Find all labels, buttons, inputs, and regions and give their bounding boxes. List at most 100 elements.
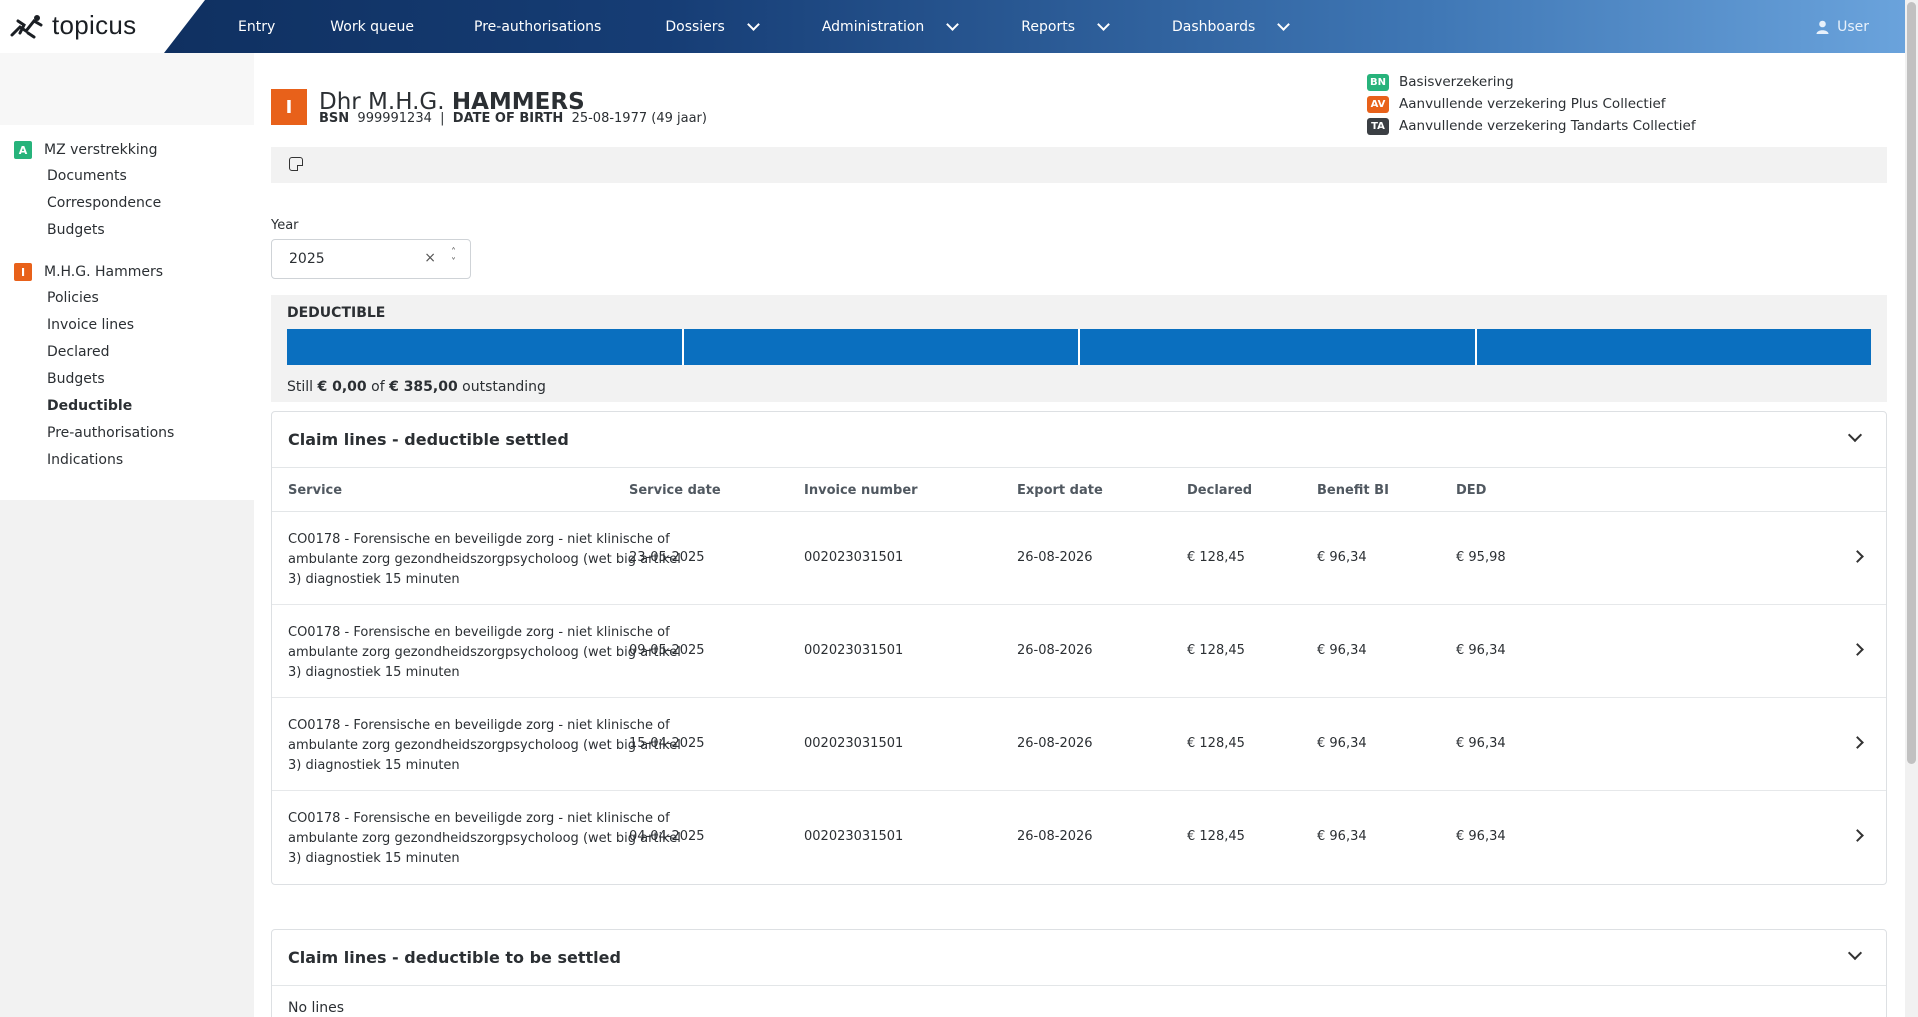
- year-value: 2025: [289, 251, 325, 267]
- total-amount: € 385,00: [389, 379, 458, 395]
- settled-claims-header[interactable]: Claim lines - deductible settled: [272, 412, 1886, 468]
- bsn-value: 999991234: [357, 111, 432, 126]
- settled-claims-title: Claim lines - deductible settled: [288, 430, 569, 449]
- empty-state-text: No lines: [288, 1000, 345, 1016]
- col-export-date[interactable]: Export date: [1017, 483, 1103, 498]
- table-row[interactable]: CO0178 - Forensische en beveiligde zorg …: [272, 791, 1886, 884]
- sidebar-item-deductible[interactable]: Deductible: [47, 398, 132, 414]
- page-scrollbar[interactable]: [1905, 0, 1918, 1017]
- table-row[interactable]: CO0178 - Forensische en beveiligde zorg …: [272, 698, 1886, 791]
- settled-claims-card: Claim lines - deductible settled Service…: [271, 411, 1887, 885]
- nav-work-queue-label: Work queue: [330, 18, 415, 35]
- policy-item: TA Aanvullende verzekering Tandarts Coll…: [1367, 115, 1696, 137]
- scrollbar-thumb[interactable]: [1907, 2, 1916, 764]
- nav-administration-label: Administration: [821, 18, 925, 35]
- cell-invoice-number: 002023031501: [804, 550, 904, 565]
- sidebar: A MZ verstrekking Documents Corresponden…: [0, 53, 254, 1017]
- cell-ded: € 96,34: [1456, 829, 1506, 844]
- sidebar-group-hammers[interactable]: I M.H.G. Hammers: [14, 263, 163, 281]
- topicus-logo[interactable]: topicus: [8, 10, 136, 41]
- nav-pre-authorisations-label: Pre-authorisations: [474, 18, 602, 35]
- deductible-bar-segment: [683, 329, 1080, 365]
- cell-invoice-number: 002023031501: [804, 643, 904, 658]
- sidebar-item-budgets-a[interactable]: Budgets: [47, 222, 105, 238]
- sidebar-item-indications[interactable]: Indications: [47, 452, 123, 468]
- notes-bar: [271, 147, 1887, 183]
- col-benefit-bi[interactable]: Benefit BI: [1317, 483, 1389, 498]
- policy-code-badge: BN: [1367, 73, 1389, 91]
- col-ded[interactable]: DED: [1456, 483, 1486, 498]
- year-label: Year: [271, 218, 299, 233]
- chevron-right-icon[interactable]: [1851, 643, 1864, 656]
- nav-pre-authorisations[interactable]: Pre-authorisations: [474, 19, 601, 35]
- clear-icon[interactable]: ×: [424, 250, 436, 266]
- sidebar-item-documents[interactable]: Documents: [47, 168, 127, 184]
- cell-service-date: 09-05-2025: [629, 643, 705, 658]
- updown-chevron-icon[interactable]: ˄ ˅: [451, 248, 456, 268]
- to-settle-claims-header[interactable]: Claim lines - deductible to be settled: [272, 930, 1886, 986]
- nav-entry[interactable]: Entry: [238, 19, 275, 35]
- table-row[interactable]: CO0178 - Forensische en beveiligde zorg …: [272, 605, 1886, 698]
- nav-dossiers[interactable]: Dossiers: [665, 17, 760, 35]
- cell-declared: € 128,45: [1187, 829, 1245, 844]
- user-icon: [1816, 20, 1829, 34]
- bsn-label: BSN: [319, 111, 350, 126]
- chevron-right-icon[interactable]: [1851, 550, 1864, 563]
- col-service[interactable]: Service: [288, 483, 342, 498]
- deductible-status: Still € 0,00 of € 385,00 outstanding: [287, 379, 546, 395]
- deductible-bar-segment: [1476, 329, 1871, 365]
- policy-name: Aanvullende verzekering Plus Collectief: [1399, 96, 1666, 112]
- year-select[interactable]: 2025 × ˄ ˅: [271, 239, 471, 279]
- outstanding-amount: € 0,00: [317, 379, 367, 395]
- policy-code-badge: AV: [1367, 95, 1389, 113]
- sidebar-panel: A MZ verstrekking Documents Corresponden…: [0, 125, 254, 500]
- logo-area: topicus: [0, 0, 205, 53]
- user-menu[interactable]: User: [1816, 0, 1869, 53]
- sidebar-item-policies[interactable]: Policies: [47, 290, 99, 306]
- deductible-bar-segment: [1080, 329, 1477, 365]
- chevron-down-icon: [746, 17, 760, 31]
- policy-list: BN Basisverzekering AV Aanvullende verze…: [1367, 71, 1696, 137]
- cell-invoice-number: 002023031501: [804, 736, 904, 751]
- chevron-down-icon[interactable]: [1847, 945, 1863, 961]
- col-invoice-number[interactable]: Invoice number: [804, 483, 918, 498]
- sidebar-item-pre-authorisations[interactable]: Pre-authorisations: [47, 425, 174, 441]
- user-label: User: [1837, 18, 1869, 35]
- policy-item: BN Basisverzekering: [1367, 71, 1696, 93]
- chevron-right-icon[interactable]: [1851, 829, 1864, 842]
- deductible-title: DEDUCTIBLE: [287, 305, 386, 321]
- sidebar-item-budgets-i[interactable]: Budgets: [47, 371, 105, 387]
- sidebar-item-declared[interactable]: Declared: [47, 344, 110, 360]
- sidebar-group-title: M.H.G. Hammers: [44, 264, 164, 280]
- note-icon[interactable]: [289, 157, 303, 171]
- nav-dashboards[interactable]: Dashboards: [1172, 17, 1291, 35]
- deductible-bar-segment: [287, 329, 684, 365]
- sidebar-item-invoice-lines[interactable]: Invoice lines: [47, 317, 134, 333]
- chevron-down-icon[interactable]: [1847, 427, 1863, 443]
- policy-name: Basisverzekering: [1399, 74, 1514, 90]
- meta-separator: |: [440, 111, 445, 126]
- group-badge-a: A: [14, 141, 32, 159]
- nav-entry-label: Entry: [238, 18, 276, 35]
- chevron-right-icon[interactable]: [1851, 736, 1864, 749]
- sidebar-header: [0, 53, 254, 125]
- person-meta: BSN 999991234 | DATE OF BIRTH 25-08-1977…: [319, 111, 707, 126]
- cell-declared: € 128,45: [1187, 550, 1245, 565]
- col-declared[interactable]: Declared: [1187, 483, 1252, 498]
- nav-reports[interactable]: Reports: [1021, 17, 1110, 35]
- sidebar-item-correspondence[interactable]: Correspondence: [47, 195, 161, 211]
- nav-dossiers-label: Dossiers: [665, 18, 725, 35]
- dob-label: DATE OF BIRTH: [452, 111, 564, 126]
- cell-service: CO0178 - Forensische en beveiligde zorg …: [288, 811, 681, 866]
- col-service-date[interactable]: Service date: [629, 483, 721, 498]
- table-row[interactable]: CO0178 - Forensische en beveiligde zorg …: [272, 512, 1886, 605]
- nav-administration[interactable]: Administration: [821, 17, 960, 35]
- cell-benefit: € 96,34: [1317, 829, 1367, 844]
- sidebar-group-mz-verstrekking[interactable]: A MZ verstrekking: [14, 141, 157, 159]
- cell-service-date: 04-04-2025: [629, 829, 705, 844]
- policy-item: AV Aanvullende verzekering Plus Collecti…: [1367, 93, 1696, 115]
- policy-code-badge: TA: [1367, 117, 1389, 135]
- nav-work-queue[interactable]: Work queue: [330, 19, 414, 35]
- dob-value: 25-08-1977 (49 jaar): [571, 111, 707, 126]
- cell-declared: € 128,45: [1187, 736, 1245, 751]
